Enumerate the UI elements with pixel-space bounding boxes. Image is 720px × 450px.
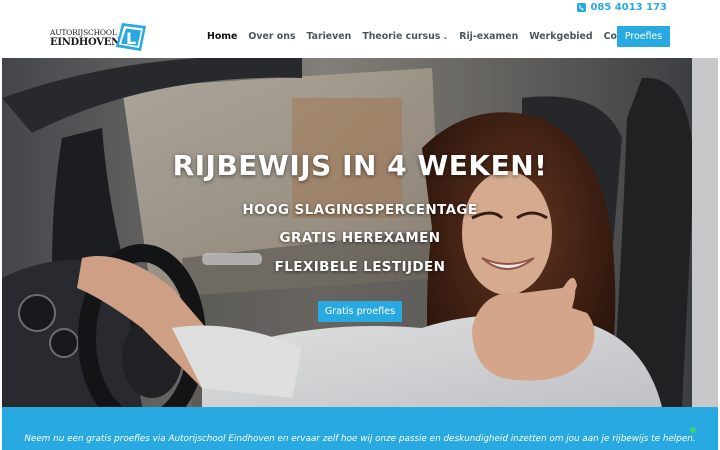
- phone-link[interactable]: 085 4013 173: [577, 2, 667, 13]
- logo-mark-letter: L: [126, 29, 136, 48]
- proefles-button[interactable]: Proefles: [617, 26, 670, 47]
- nav-home-label: Home: [207, 31, 238, 42]
- intro-band: Neem nu een gratis proefles via Autorijs…: [2, 407, 718, 450]
- main-nav: Home Over ons Tarieven Theorie cursus ⌄ R…: [207, 31, 655, 42]
- phone-number[interactable]: 085 4013 173: [590, 2, 667, 13]
- logo[interactable]: AUTORIJSCHOOL EINDHOVEN L: [50, 22, 152, 52]
- nav-over-ons-label: Over ons: [248, 31, 296, 42]
- site-header: AUTORIJSCHOOL EINDHOVEN L Home Over ons …: [0, 16, 720, 58]
- nav-werkgebied-label: Werkgebied: [529, 31, 593, 42]
- nav-rij-examen-label: Rij-examen: [459, 31, 519, 42]
- intro-text: Neem nu een gratis proefles via Autorijs…: [24, 434, 696, 444]
- hero-section: RIJBEWIJS IN 4 WEKEN! HOOG SLAGINGSPERCE…: [2, 58, 718, 407]
- nav-rij-examen[interactable]: Rij-examen: [459, 31, 518, 42]
- gratis-proefles-button[interactable]: Gratis proefles: [318, 301, 402, 322]
- hero-line-slagingspercentage: HOOG SLAGINGSPERCENTAGE: [242, 202, 478, 218]
- hero-title: RIJBEWIJS IN 4 WEKEN!: [172, 149, 548, 182]
- phone-icon: [577, 3, 587, 12]
- nav-home[interactable]: Home: [207, 31, 237, 42]
- nav-tarieven-label: Tarieven: [306, 31, 352, 42]
- nav-tarieven[interactable]: Tarieven: [306, 31, 351, 42]
- hero-line-lestijden: FLEXIBELE LESTIJDEN: [274, 259, 446, 275]
- nav-theorie-cursus-label: Theorie cursus: [362, 31, 441, 42]
- nav-over-ons[interactable]: Over ons: [248, 31, 295, 42]
- nav-werkgebied[interactable]: Werkgebied: [529, 31, 592, 42]
- nav-theorie-cursus[interactable]: Theorie cursus ⌄: [362, 31, 448, 42]
- logo-text: AUTORIJSCHOOL EINDHOVEN: [50, 29, 120, 48]
- logo-line1: AUTORIJSCHOOL: [50, 28, 117, 37]
- logo-line2: EINDHOVEN: [50, 36, 120, 48]
- chat-status-icon[interactable]: [690, 427, 696, 433]
- chevron-down-icon: ⌄: [442, 32, 449, 41]
- hero-line-herexamen: GRATIS HEREXAMEN: [279, 230, 441, 246]
- learner-l-icon: L: [116, 23, 146, 51]
- top-bar: 085 4013 173: [0, 0, 720, 16]
